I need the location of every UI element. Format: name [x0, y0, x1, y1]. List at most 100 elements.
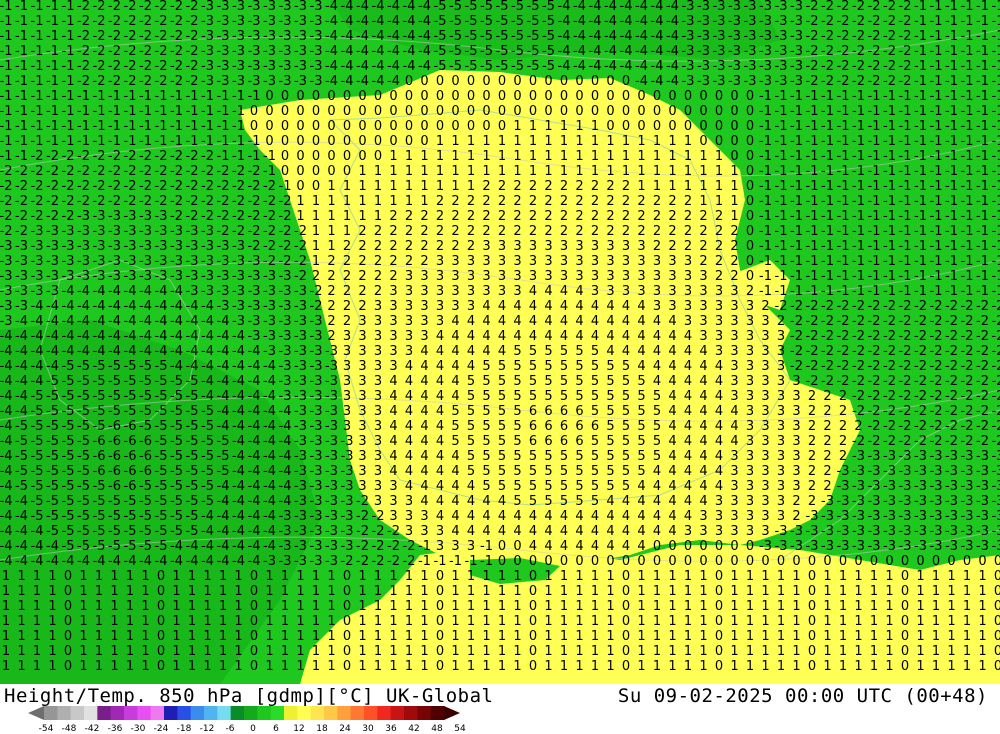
grid-value: 2 — [715, 239, 723, 254]
grid-value: 1 — [327, 599, 335, 614]
grid-value: 5 — [637, 374, 645, 389]
grid-value: -5 — [93, 419, 106, 434]
grid-value: 0 — [281, 119, 289, 134]
grid-value: -5 — [155, 449, 168, 464]
grid-value: 1 — [358, 659, 366, 674]
grid-value: 4 — [529, 524, 537, 539]
grid-value: -1 — [790, 209, 803, 224]
grid-value: -3 — [899, 479, 912, 494]
grid-value: -5 — [46, 494, 59, 509]
grid-value: -2 — [883, 0, 896, 14]
grid-value: 0 — [637, 89, 645, 104]
grid-value: 1 — [575, 584, 583, 599]
legend-color-cell — [44, 706, 58, 720]
grid-value: 1 — [792, 584, 800, 599]
grid-value: -1 — [868, 134, 881, 149]
grid-value: -5 — [77, 464, 90, 479]
grid-value: -4 — [0, 464, 12, 479]
grid-value: -3 — [279, 359, 292, 374]
grid-value: 3 — [389, 314, 397, 329]
grid-value: -3 — [992, 494, 1000, 509]
grid-value: 0 — [312, 149, 320, 164]
grid-value: -3 — [232, 0, 245, 14]
grid-value: -1 — [759, 179, 772, 194]
grid-value: 0 — [281, 149, 289, 164]
grid-value: 1 — [172, 599, 180, 614]
grid-value: -3 — [744, 14, 757, 29]
grid-value: -2 — [930, 359, 943, 374]
grid-value: -2 — [186, 194, 199, 209]
grid-value: -2 — [0, 179, 12, 194]
grid-value: -5 — [155, 434, 168, 449]
grid-value: -3 — [201, 74, 214, 89]
grid-value: -3 — [294, 464, 307, 479]
grid-value: -5 — [201, 404, 214, 419]
grid-value: 2 — [560, 194, 568, 209]
grid-value: -5 — [186, 449, 199, 464]
grid-value: -5 — [124, 374, 137, 389]
grid-value: 1 — [963, 569, 971, 584]
grid-value: -1 — [62, 119, 75, 134]
grid-value: 2 — [513, 179, 521, 194]
grid-value: -2 — [852, 59, 865, 74]
grid-value: 3 — [529, 254, 537, 269]
grid-value: 1 — [823, 614, 831, 629]
grid-value: -3 — [294, 494, 307, 509]
grid-value: -1 — [883, 284, 896, 299]
grid-value: -3 — [77, 239, 90, 254]
grid-value: -5 — [186, 494, 199, 509]
grid-value: -4 — [201, 509, 214, 524]
grid-value: 4 — [668, 419, 676, 434]
grid-value: -1 — [217, 134, 230, 149]
grid-value: 1 — [17, 599, 25, 614]
grid-value: 0 — [436, 74, 444, 89]
grid-value: -5 — [480, 29, 493, 44]
grid-value: -4 — [279, 449, 292, 464]
grid-value: 3 — [405, 299, 413, 314]
grid-value: -1 — [790, 284, 803, 299]
grid-value: -4 — [124, 284, 137, 299]
grid-value: 2 — [606, 194, 614, 209]
grid-value: 1 — [730, 194, 738, 209]
grid-value: -5 — [496, 14, 509, 29]
grid-value: -1 — [899, 164, 912, 179]
grid-value: -3 — [883, 464, 896, 479]
grid-value: -3 — [883, 479, 896, 494]
grid-value: 1 — [513, 149, 521, 164]
grid-value: 1 — [963, 614, 971, 629]
legend-color-cell — [164, 706, 178, 720]
grid-value: -5 — [62, 389, 75, 404]
grid-value: 5 — [575, 374, 583, 389]
grid-value: 0 — [544, 74, 552, 89]
grid-value: 1 — [281, 629, 289, 644]
grid-value: -4 — [604, 0, 617, 14]
grid-value: -1 — [914, 269, 927, 284]
grid-value: -3 — [325, 404, 338, 419]
grid-value: -2 — [899, 299, 912, 314]
grid-value: -5 — [93, 374, 106, 389]
grid-value: 4 — [715, 479, 723, 494]
grid-value: 4 — [684, 509, 692, 524]
grid-value: -1 — [775, 269, 788, 284]
grid-value: -3 — [930, 524, 943, 539]
grid-value: -2 — [93, 74, 106, 89]
grid-value: -2 — [976, 359, 989, 374]
grid-value: -3 — [325, 509, 338, 524]
grid-value: 2 — [591, 194, 599, 209]
grid-value: 3 — [436, 539, 444, 554]
grid-value: -4 — [0, 389, 12, 404]
grid-value: 3 — [699, 509, 707, 524]
grid-value: -1 — [992, 164, 1000, 179]
grid-value: 0 — [389, 134, 397, 149]
grid-value: -2 — [883, 59, 896, 74]
grid-value: 3 — [374, 494, 382, 509]
grid-value: 3 — [622, 254, 630, 269]
grid-value: 1 — [777, 614, 785, 629]
grid-value: -2 — [806, 374, 819, 389]
grid-value: 4 — [684, 449, 692, 464]
grid-value: 1 — [746, 644, 754, 659]
grid-value: 3 — [761, 344, 769, 359]
grid-value: 4 — [653, 314, 661, 329]
grid-value: 4 — [730, 404, 738, 419]
grid-value: 1 — [374, 659, 382, 674]
